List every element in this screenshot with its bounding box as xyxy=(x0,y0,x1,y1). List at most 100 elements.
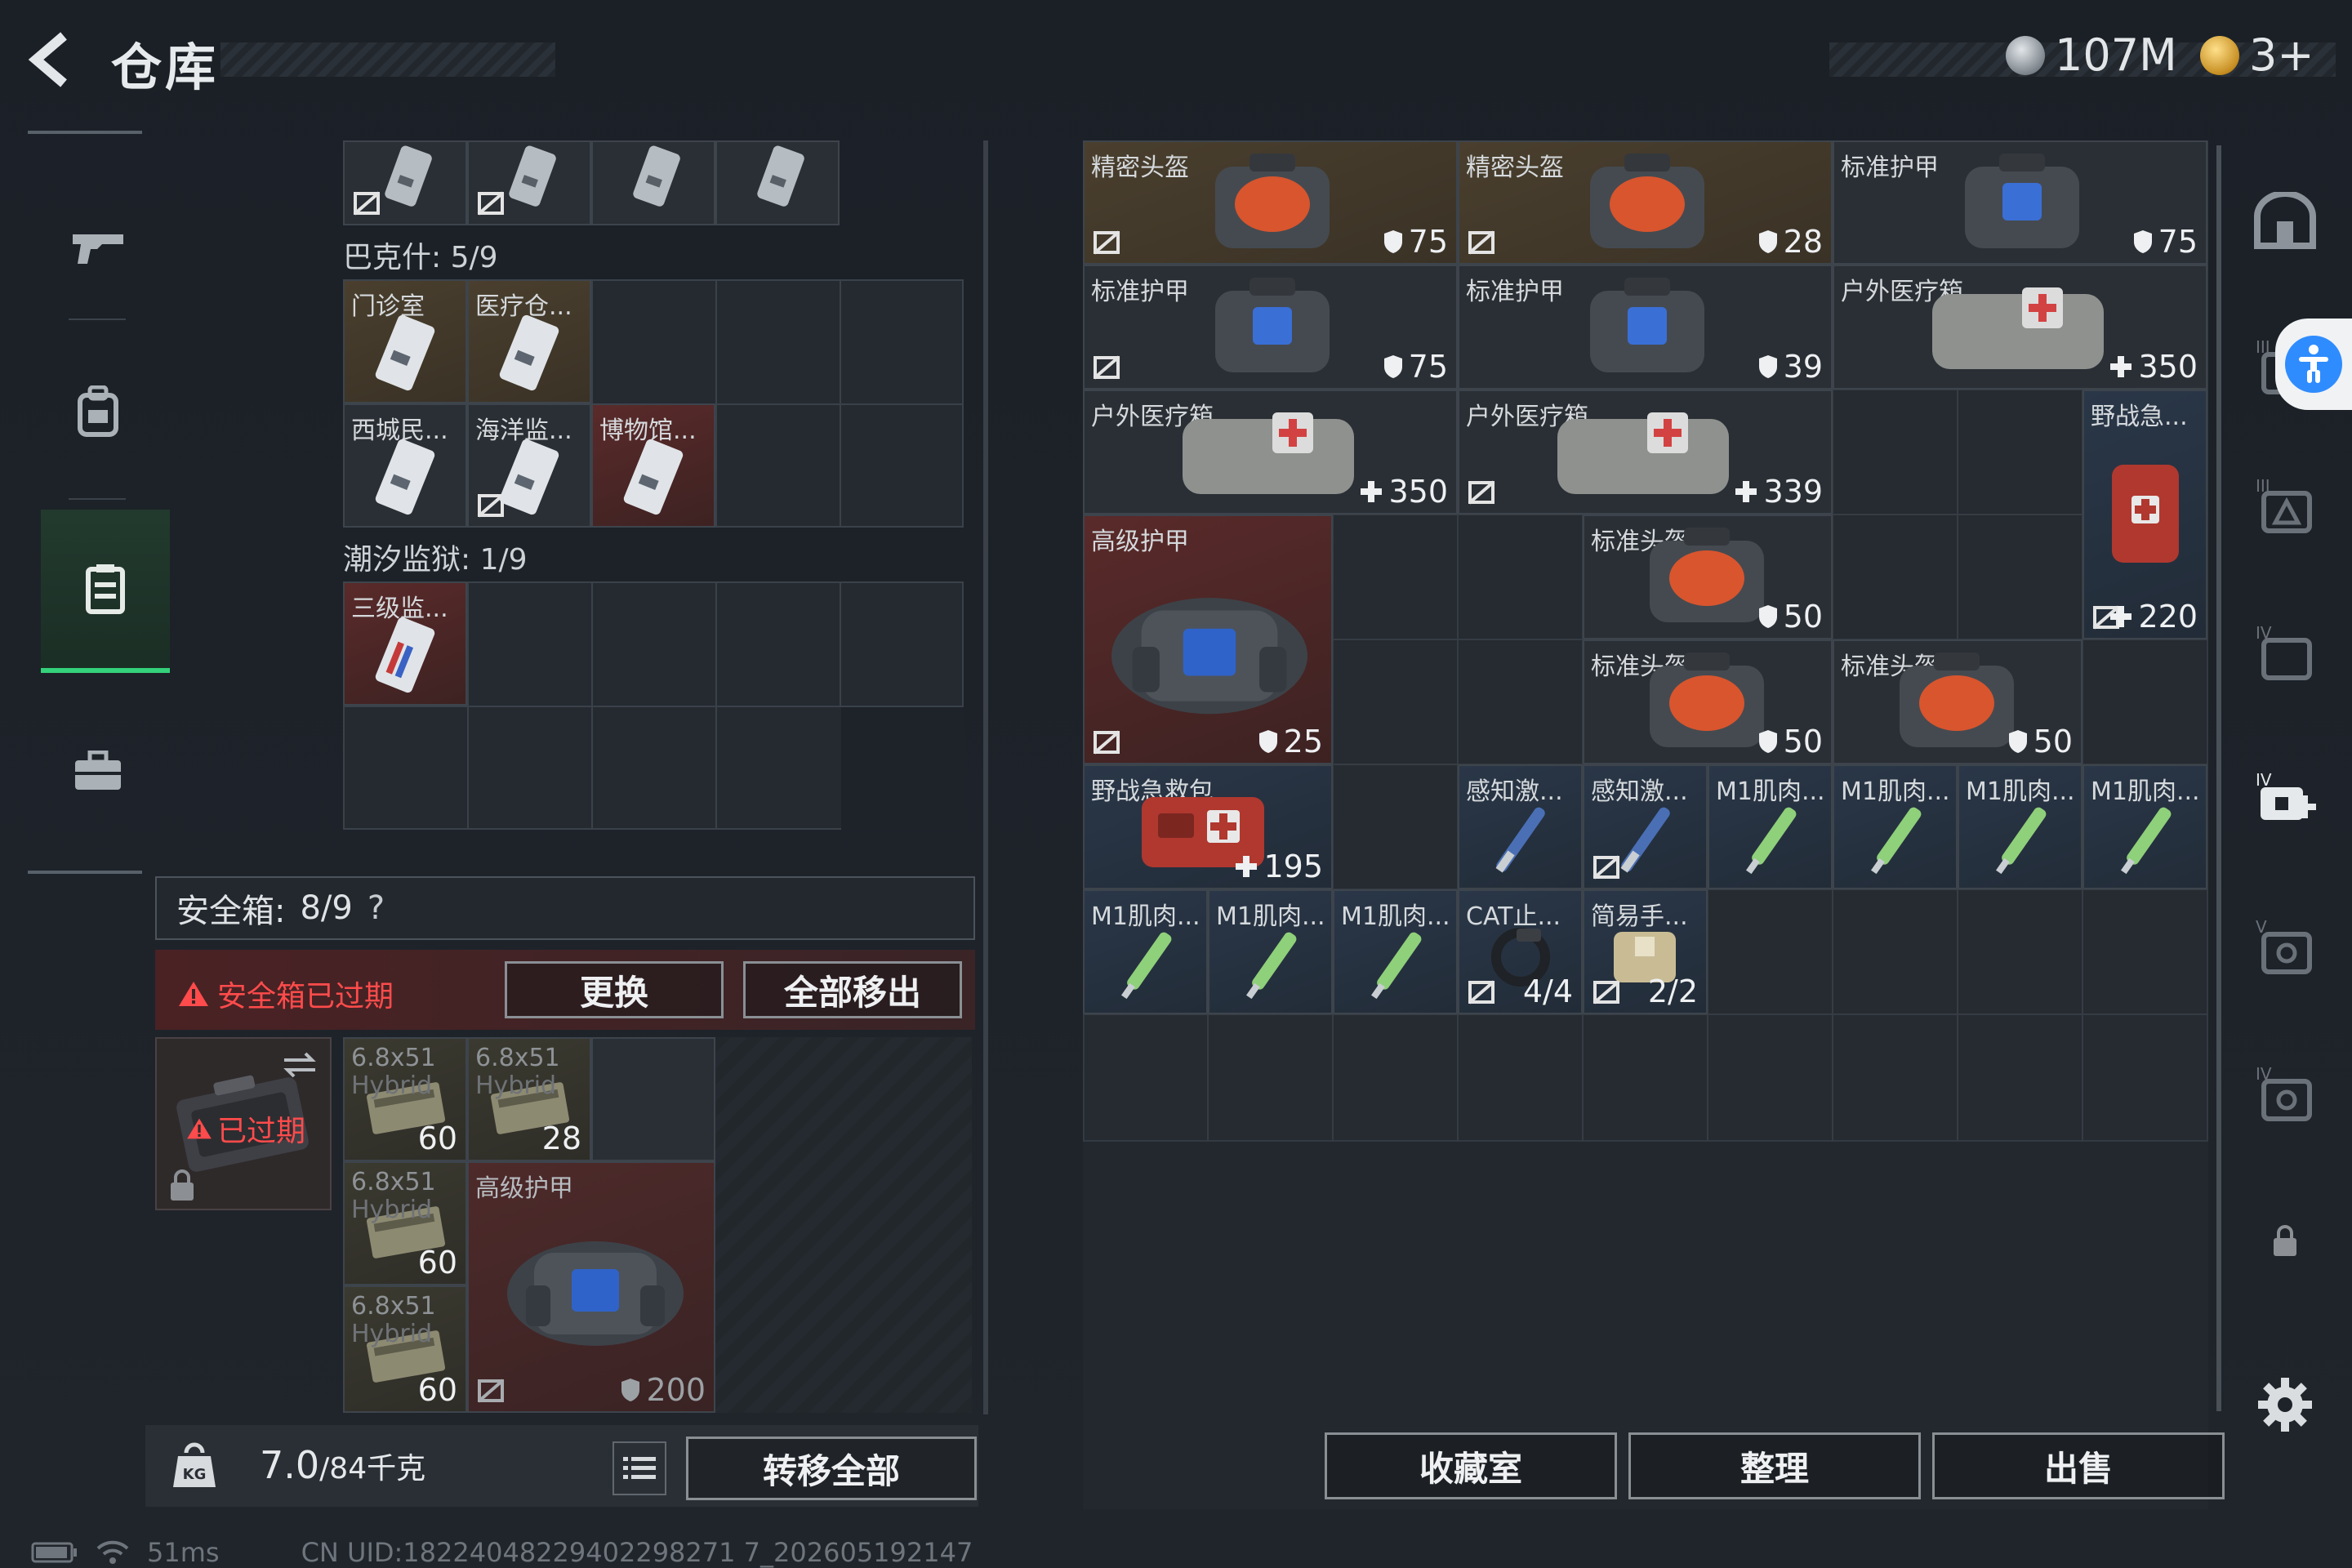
stash-item[interactable]: 标准护甲 75 xyxy=(1083,265,1458,390)
stash-item[interactable]: M1肌肉... xyxy=(1333,889,1458,1014)
durability: 75 xyxy=(1383,349,1448,385)
storage-item[interactable]: 三级监... xyxy=(343,581,467,706)
nav-toolbox[interactable] xyxy=(41,689,155,853)
stash-item[interactable]: 标准头盔 50 xyxy=(1833,639,2082,764)
stash-item[interactable]: 感知激... xyxy=(1458,764,1583,889)
gold-currency[interactable]: 3+ xyxy=(2200,29,2314,81)
stash-item[interactable]: M1肌肉... xyxy=(2082,764,2207,889)
svg-text:IV: IV xyxy=(2256,1064,2272,1084)
storage-item[interactable]: 西城民... xyxy=(343,403,467,528)
tab-container-4b-active[interactable]: IV xyxy=(2246,761,2324,840)
safebox-item-armor[interactable]: 高级护甲 200 xyxy=(467,1161,715,1413)
move-all-out-button[interactable]: 全部移出 xyxy=(743,961,962,1018)
stash-item[interactable]: CAT止... 4/4 xyxy=(1458,889,1583,1014)
durability: 75 xyxy=(1383,224,1448,260)
status-left: 51ms xyxy=(31,1537,220,1568)
replace-button[interactable]: 更换 xyxy=(505,961,724,1018)
safebox-item[interactable]: 6.8x51 Hybrid 60 xyxy=(343,1285,467,1413)
card-item[interactable] xyxy=(715,140,840,225)
syringe-icon xyxy=(1246,932,1297,1000)
helmet-icon xyxy=(1590,154,1704,248)
list-view-button[interactable] xyxy=(612,1441,666,1495)
tab-stash[interactable] xyxy=(2246,181,2324,260)
storage-scrollbar[interactable] xyxy=(983,140,988,1414)
medical-container-icon: IV xyxy=(2256,770,2316,820)
tab-container-4a[interactable]: IV xyxy=(2246,614,2324,693)
storage-item[interactable]: 医疗仓... xyxy=(467,279,591,403)
safebox-item[interactable]: 6.8x51 Hybrid 60 xyxy=(343,1161,467,1285)
injector-icon xyxy=(1495,807,1545,873)
container-tier3-icon: III xyxy=(2256,476,2312,533)
grid-blank xyxy=(841,707,964,830)
keycard-icon xyxy=(509,145,556,207)
card-item[interactable] xyxy=(467,140,591,225)
nav-storage[interactable] xyxy=(41,510,170,673)
stash-item[interactable]: 标准护甲 75 xyxy=(1833,140,2207,265)
stash-item[interactable]: 简易手... 2/2 xyxy=(1583,889,1708,1014)
stash-item[interactable]: 户外医疗箱 350 xyxy=(1083,390,1458,514)
durability: 28 xyxy=(1757,224,1823,260)
keycard-icon xyxy=(385,145,432,207)
no-sell-icon xyxy=(1468,480,1495,505)
card-item[interactable] xyxy=(343,140,467,225)
tab-container-3b[interactable]: III xyxy=(2246,467,2324,546)
stash-item[interactable]: 户外医疗箱 339 xyxy=(1458,390,1833,514)
storage-item[interactable]: 海洋监... xyxy=(467,403,591,528)
heavy-armor-icon xyxy=(507,1241,684,1346)
collection-room-button[interactable]: 收藏室 xyxy=(1325,1432,1617,1499)
weight-max: /84千克 xyxy=(319,1452,426,1486)
safe-icon xyxy=(2254,192,2316,249)
stash-item[interactable]: 野战急... 220 xyxy=(2082,390,2207,639)
stash-item[interactable]: 精密头盔 75 xyxy=(1083,140,1458,265)
plus-icon xyxy=(1361,481,1383,502)
safebox-tile[interactable]: 已过期 xyxy=(155,1037,332,1210)
nav-backpack[interactable] xyxy=(41,330,155,493)
stash-item[interactable]: 高级护甲 25 xyxy=(1083,514,1333,764)
syringe-icon xyxy=(1121,932,1172,1000)
stash-scrollbar[interactable] xyxy=(2216,145,2221,1411)
sell-button[interactable]: 出售 xyxy=(1932,1432,2225,1499)
durability: 220 xyxy=(2109,599,2198,635)
first-aid-kit-icon xyxy=(2112,465,2179,563)
tab-container-4c[interactable]: IV xyxy=(2246,1055,2324,1134)
tab-locked[interactable] xyxy=(2246,1202,2324,1281)
gold-amount: 3+ xyxy=(2249,29,2314,81)
back-button[interactable] xyxy=(24,31,82,88)
plus-icon xyxy=(1735,481,1757,502)
stash-item[interactable]: 精密头盔 28 xyxy=(1458,140,1833,265)
storage-icon xyxy=(86,564,125,614)
sort-button[interactable]: 整理 xyxy=(1628,1432,1921,1499)
storage-item[interactable]: 门诊室 xyxy=(343,279,467,403)
stash-item[interactable]: 户外医疗箱 350 xyxy=(1833,265,2207,390)
safebox-item[interactable]: 6.8x51 Hybrid 28 xyxy=(467,1037,591,1161)
help-icon[interactable]: ? xyxy=(368,889,385,927)
stash-item[interactable]: 标准头盔 50 xyxy=(1583,639,1833,764)
syringe-icon xyxy=(2121,807,2172,875)
no-sell-icon xyxy=(1093,355,1120,380)
no-sell-icon xyxy=(1093,230,1120,255)
settings-button[interactable] xyxy=(2246,1365,2324,1444)
transfer-all-button[interactable]: 转移全部 xyxy=(686,1437,977,1500)
safebox-item[interactable]: 6.8x51 Hybrid 60 xyxy=(343,1037,467,1161)
nav-weapon[interactable] xyxy=(41,167,155,330)
no-sell-icon xyxy=(1592,980,1620,1004)
silver-currency[interactable]: 107M xyxy=(2006,29,2177,81)
tab-container-5[interactable]: V xyxy=(2246,908,2324,987)
plus-icon xyxy=(1236,856,1258,877)
stash-item[interactable]: 标准头盔 50 xyxy=(1583,514,1833,639)
ping-text: 51ms xyxy=(147,1537,220,1568)
stash-item[interactable]: M1肌肉... xyxy=(1083,889,1208,1014)
stash-item[interactable]: 感知激... xyxy=(1583,764,1708,889)
stash-item[interactable]: M1肌肉... xyxy=(1958,764,2082,889)
stash-item[interactable]: M1肌肉... xyxy=(1208,889,1333,1014)
stash-item[interactable]: 野战急救包 195 xyxy=(1083,764,1333,889)
keycard-icon xyxy=(623,439,684,515)
card-item[interactable] xyxy=(591,140,715,225)
stash-item[interactable]: M1肌肉... xyxy=(1833,764,1958,889)
stash-item[interactable]: M1肌肉... xyxy=(1708,764,1833,889)
syringe-icon xyxy=(1996,807,2047,875)
grid-line xyxy=(840,581,841,706)
stash-item[interactable]: 标准护甲 39 xyxy=(1458,265,1833,390)
storage-item[interactable]: 博物馆... xyxy=(591,403,715,528)
accessibility-button[interactable] xyxy=(2275,318,2352,410)
